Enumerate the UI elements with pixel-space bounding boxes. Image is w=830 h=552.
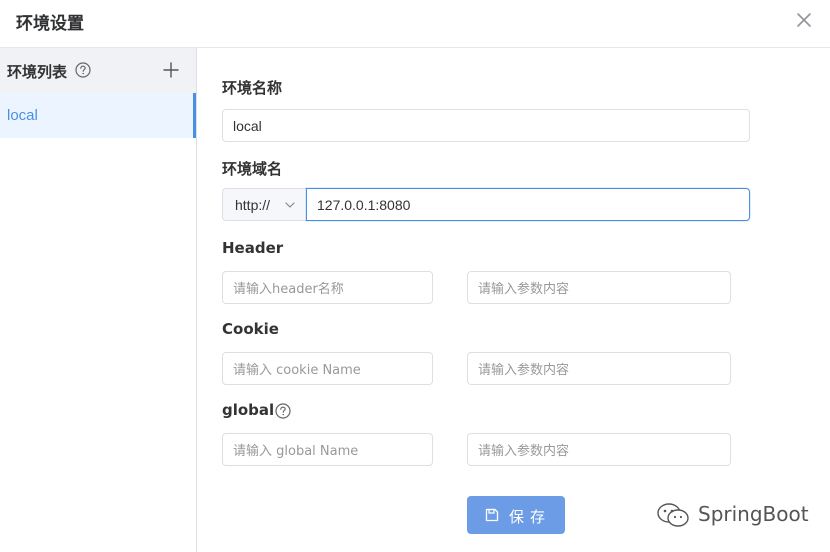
close-icon [797,13,811,27]
global-label: global [222,401,275,419]
env-sidebar: 环境列表 local [0,48,197,552]
dialog-header: 环境设置 [0,0,830,48]
sidebar-header: 环境列表 [0,48,196,93]
sidebar-item-local[interactable]: local [0,93,196,138]
env-domain-input[interactable] [306,188,750,221]
save-icon [485,508,499,522]
global-value-input[interactable] [467,433,731,466]
close-button[interactable] [794,10,814,30]
cookie-name-input[interactable] [222,352,433,385]
protocol-select[interactable]: http:// [222,188,306,221]
sidebar-title: 环境列表 [7,63,68,81]
watermark-text: SpringBoot [698,502,809,526]
save-button[interactable]: 保存 [467,496,565,534]
cookie-value-input[interactable] [467,352,731,385]
env-domain-label: 环境域名 [222,160,283,178]
protocol-value: http:// [235,197,271,213]
global-name-input[interactable] [222,433,433,466]
add-env-button[interactable] [162,61,180,79]
env-name-input[interactable] [222,109,750,142]
cookie-label: Cookie [222,320,279,338]
header-name-input[interactable] [222,271,433,304]
chevron-down-icon [285,202,295,208]
dialog-title: 环境设置 [16,14,84,34]
question-circle-icon[interactable] [275,403,291,419]
wechat-icon [657,503,689,527]
question-circle-icon[interactable] [75,62,91,78]
save-button-label: 保存 [509,508,552,526]
header-label: Header [222,239,284,257]
sidebar-item-label: local [7,107,38,124]
env-name-label: 环境名称 [222,79,283,97]
header-value-input[interactable] [467,271,731,304]
